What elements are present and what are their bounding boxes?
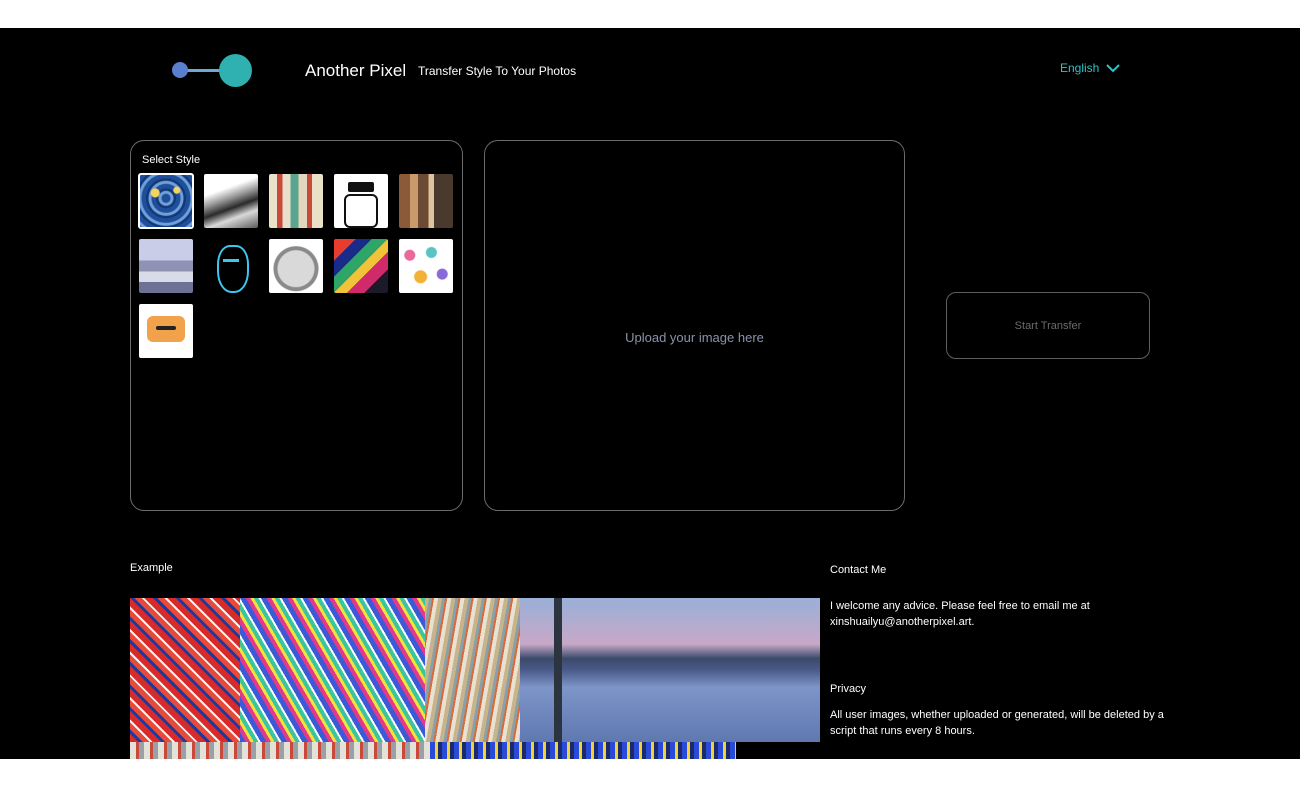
- chevron-down-icon: [1106, 63, 1121, 72]
- logo-dot-big: [219, 54, 252, 87]
- example-image: [425, 598, 520, 742]
- brand-tagline: Transfer Style To Your Photos: [418, 64, 577, 78]
- contact-title: Contact Me: [830, 564, 887, 576]
- style-grid: [138, 173, 453, 358]
- start-transfer-button[interactable]: Start Transfer: [946, 292, 1150, 359]
- logo-icon[interactable]: [170, 53, 254, 89]
- contact-text: I welcome any advice. Please feel free t…: [830, 600, 1090, 628]
- example-image: [520, 598, 820, 742]
- style-thumb-pastel-figures[interactable]: [139, 239, 193, 293]
- style-thumb-line-sketch[interactable]: [334, 174, 388, 228]
- example-image: [130, 598, 240, 742]
- example-gallery: [130, 598, 820, 759]
- brand-title[interactable]: Another Pixel: [305, 61, 406, 81]
- privacy-title: Privacy: [830, 683, 867, 695]
- example-image: [240, 598, 425, 742]
- style-thumb-abstract-color[interactable]: [334, 239, 388, 293]
- example-title: Example: [130, 562, 173, 574]
- style-thumb-pixel-cat[interactable]: [139, 304, 193, 358]
- logo-bar: [186, 69, 222, 72]
- example-image: [430, 742, 736, 759]
- style-panel: Select Style: [130, 140, 463, 511]
- logo-dot-small: [172, 62, 188, 78]
- example-image: [130, 742, 430, 759]
- example-image-pole: [554, 598, 562, 742]
- style-thumb-feather-pattern[interactable]: [399, 239, 453, 293]
- style-thumb-cubist-figure[interactable]: [269, 174, 323, 228]
- privacy-text: All user images, whether uploaded or gen…: [830, 709, 1164, 737]
- style-panel-title: Select Style: [142, 154, 201, 166]
- style-thumb-starry-night[interactable]: [138, 173, 194, 229]
- style-thumb-marble-statue[interactable]: [269, 239, 323, 293]
- upload-hint: Upload your image here: [625, 330, 764, 345]
- style-thumb-ink-landscape[interactable]: [204, 174, 258, 228]
- app-root: Another Pixel Transfer Style To Your Pho…: [0, 28, 1300, 759]
- style-thumb-impressionist-portrait[interactable]: [399, 174, 453, 228]
- image-upload-dropzone[interactable]: Upload your image here: [484, 140, 905, 511]
- language-label: English: [1060, 61, 1100, 75]
- language-selector[interactable]: English: [1060, 61, 1121, 75]
- style-thumb-neon-mask[interactable]: [204, 239, 258, 293]
